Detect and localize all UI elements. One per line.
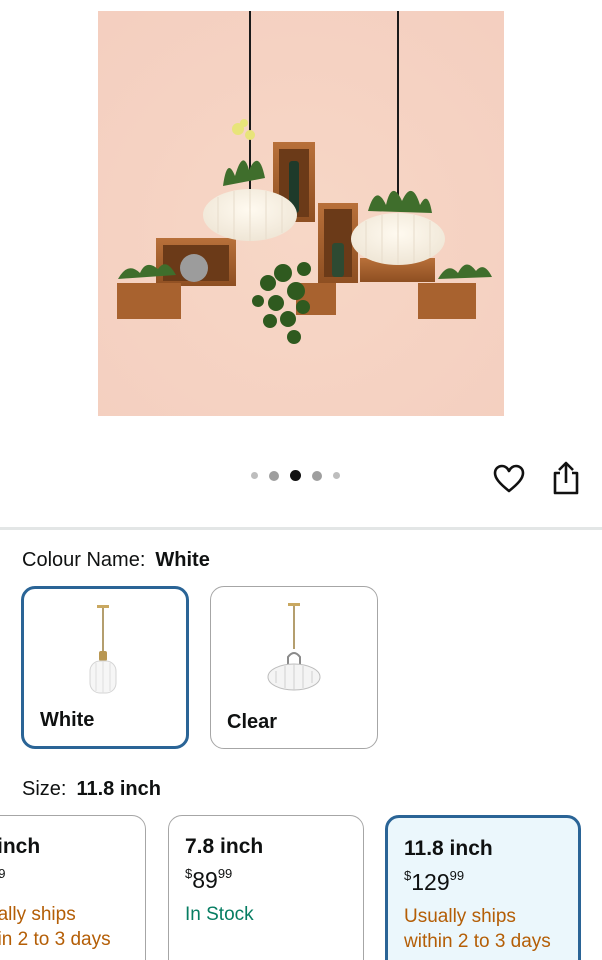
heart-icon[interactable] — [493, 463, 525, 495]
colour-name-row: Colour Name: White — [22, 549, 210, 572]
price-symbol: $ — [404, 868, 412, 884]
colour-name-label: Colour Name: — [22, 549, 146, 571]
size-option-title: 7.8 inch — [185, 835, 264, 858]
carousel-dots[interactable] — [251, 470, 340, 481]
colour-name-value: White — [155, 549, 210, 571]
white-lamp-thumbnail — [89, 605, 117, 694]
colour-option-label: White — [40, 709, 95, 731]
availability-text: ually ships hin 2 to 3 days — [0, 904, 111, 950]
clear-lamp-thumbnail — [267, 603, 321, 691]
size-option-11-8-inch[interactable]: 11.8 inch $12999 Usually ships within 2 … — [385, 815, 581, 960]
colour-option-white[interactable]: White — [21, 586, 189, 749]
size-option-partial[interactable]: inch 99 ually ships hin 2 to 3 days — [0, 815, 146, 960]
section-divider — [0, 527, 602, 530]
size-option-availability: ually ships hin 2 to 3 days — [0, 902, 121, 952]
product-image-gallery[interactable] — [0, 0, 602, 528]
size-option-price: $12999 — [404, 868, 465, 896]
size-label: Size: — [22, 778, 67, 800]
price-whole: 89 — [192, 867, 218, 893]
size-option-7-8-inch[interactable]: 7.8 inch $8999 In Stock — [168, 815, 364, 960]
carousel-dot[interactable] — [251, 472, 258, 479]
price-cents: 99 — [449, 868, 465, 884]
share-icon[interactable] — [550, 461, 582, 495]
size-option-availability: In Stock — [185, 904, 254, 925]
carousel-dot-active[interactable] — [290, 470, 301, 481]
product-photo[interactable] — [98, 11, 504, 416]
colour-option-clear[interactable]: Clear — [210, 586, 378, 749]
price-symbol: $ — [185, 866, 193, 882]
carousel-dot[interactable] — [333, 472, 340, 479]
size-row: Size: 11.8 inch — [22, 778, 161, 801]
carousel-dot[interactable] — [312, 470, 322, 481]
price-cents: 99 — [0, 866, 6, 882]
size-option-price: $8999 — [185, 866, 233, 894]
price-cents: 99 — [217, 866, 233, 882]
size-option-title: 11.8 inch — [404, 837, 493, 860]
carousel-dot[interactable] — [269, 470, 279, 481]
size-option-availability: Usually ships within 2 to 3 days — [404, 906, 551, 952]
price-whole: 129 — [411, 869, 450, 895]
size-option-title: inch — [0, 835, 41, 858]
size-option-price: 99 — [0, 866, 6, 894]
size-value: 11.8 inch — [76, 778, 161, 800]
colour-option-label: Clear — [227, 711, 278, 733]
